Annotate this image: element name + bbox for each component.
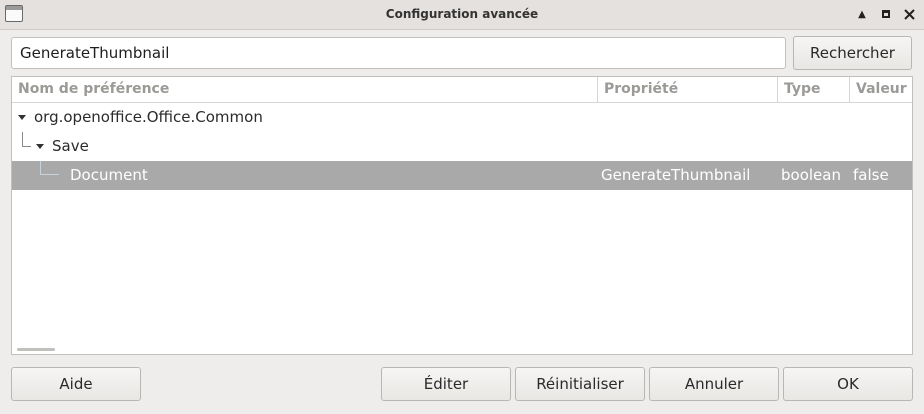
row-name: org.openoffice.Office.Common: [34, 108, 263, 126]
column-header-property[interactable]: Propriété: [598, 77, 778, 102]
expander-down-icon[interactable]: [16, 103, 28, 132]
search-input[interactable]: GenerateThumbnail: [11, 37, 786, 69]
table-row[interactable]: Save: [12, 132, 912, 161]
tree-connector-line: [22, 132, 31, 147]
search-button[interactable]: Rechercher: [793, 36, 912, 70]
reset-button[interactable]: Réinitialiser: [515, 367, 645, 401]
row-type: boolean: [781, 166, 841, 184]
minimize-glyph: ▲: [858, 8, 866, 20]
table-row-selected[interactable]: Document GenerateThumbnail boolean false: [12, 161, 912, 190]
row-name: Save: [52, 137, 89, 155]
row-value: false: [853, 166, 889, 184]
column-header-value[interactable]: Valeur: [850, 77, 912, 102]
help-button[interactable]: Aide: [11, 367, 141, 401]
row-property: GenerateThumbnail: [601, 166, 751, 184]
maximize-icon[interactable]: [877, 5, 895, 23]
close-icon[interactable]: [900, 5, 918, 23]
column-header-name[interactable]: Nom de préférence: [12, 77, 598, 102]
minimize-icon[interactable]: ▲: [853, 5, 871, 23]
preferences-tree[interactable]: Nom de préférence Propriété Type Valeur …: [11, 76, 913, 355]
ok-button[interactable]: OK: [783, 367, 913, 401]
expander-down-icon[interactable]: [34, 132, 46, 161]
cancel-button[interactable]: Annuler: [649, 367, 779, 401]
table-header: Nom de préférence Propriété Type Valeur: [12, 77, 912, 103]
window-title: Configuration avancée: [385, 7, 539, 21]
tree-connector-line: [40, 161, 59, 175]
row-name: Document: [70, 166, 148, 184]
edit-button[interactable]: Éditer: [381, 367, 511, 401]
title-bar: Configuration avancée ▲: [0, 0, 924, 30]
horizontal-scrollbar[interactable]: [17, 348, 55, 351]
column-header-type[interactable]: Type: [778, 77, 850, 102]
table-row[interactable]: org.openoffice.Office.Common: [12, 103, 912, 132]
